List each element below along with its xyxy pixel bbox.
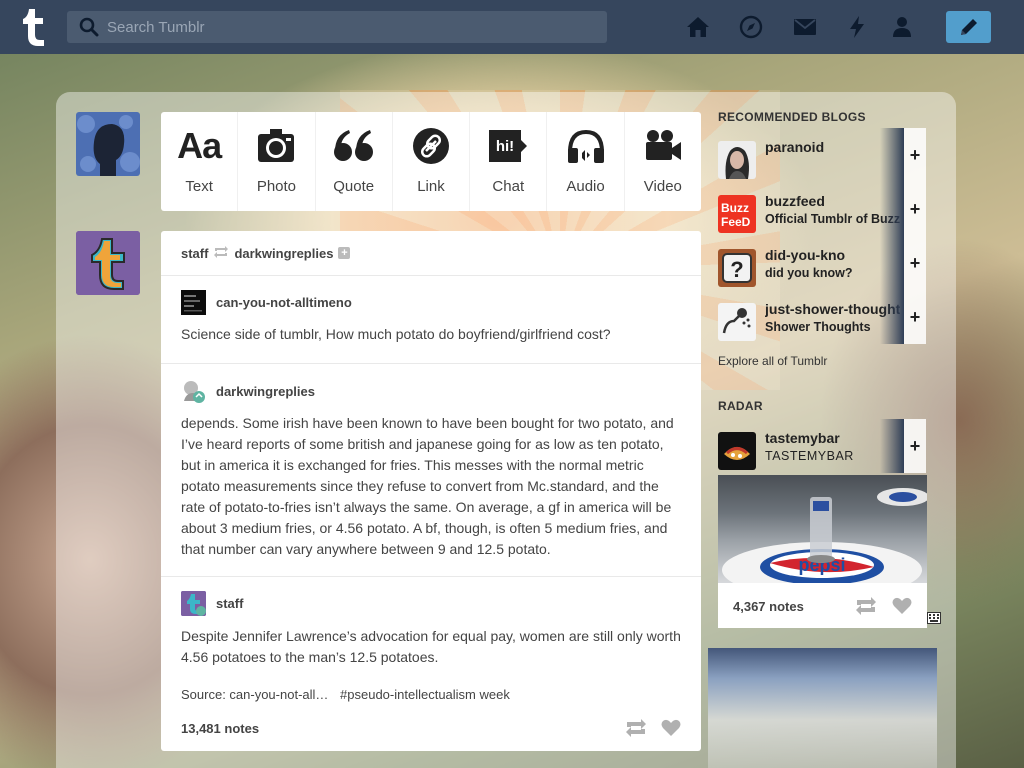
follow-plus-icon[interactable]: + (904, 236, 926, 290)
account-person-icon[interactable] (890, 15, 914, 39)
post-source-link[interactable]: Source: can-you-not-all… (181, 687, 328, 702)
like-heart-icon[interactable] (892, 597, 912, 615)
reblog-icon[interactable] (855, 597, 877, 615)
video-camera-icon (643, 126, 683, 166)
fade-divider (880, 236, 904, 290)
post-type-chat[interactable]: hi! Chat (470, 112, 548, 211)
buzzfeed-avatar[interactable]: Buzz FeeD (718, 195, 756, 233)
recommended-blog-item[interactable]: paranoid + (718, 128, 926, 182)
follow-plus-icon[interactable]: + (904, 182, 926, 236)
user-avatar[interactable] (181, 590, 206, 616)
inbox-mail-icon[interactable] (793, 15, 817, 39)
follow-plus-icon[interactable]: + (338, 247, 351, 259)
reblog-user: staff (181, 590, 681, 616)
reblog-text: Despite Jennifer Lawrence’s advocation f… (181, 628, 681, 665)
radar-post-card[interactable]: pepsi 4,367 notes (718, 475, 927, 628)
radar-notes-count[interactable]: 4,367 notes (733, 599, 804, 614)
radar-blog[interactable]: tastemybar TASTEMYBAR + (718, 419, 926, 473)
fade-divider (880, 290, 904, 344)
sidebar-scroll-panel (708, 648, 937, 768)
radar-post-image[interactable]: pepsi (718, 475, 927, 583)
explore-tumblr-link[interactable]: Explore all of Tumblr (718, 354, 827, 368)
follow-plus-icon[interactable]: + (904, 290, 926, 344)
post-type-photo[interactable]: Photo (238, 112, 316, 211)
reblog-username[interactable]: can-you-not-alltimeno (216, 295, 352, 310)
headphones-icon (566, 126, 606, 166)
reblog-entry: can-you-not-alltimeno Science side of tu… (161, 276, 701, 364)
post-author[interactable]: staff (181, 246, 208, 261)
post-type-quote[interactable]: Quote (316, 112, 393, 211)
fade-divider (880, 419, 904, 473)
post-type-video[interactable]: Video (625, 112, 701, 211)
search-box[interactable] (67, 11, 607, 43)
pencil-icon (960, 19, 977, 35)
post-source-row: Source: can-you-not-all… #pseudo-intelle… (181, 687, 681, 702)
user-avatar[interactable] (718, 432, 756, 470)
chat-icon: hi! (487, 126, 529, 166)
reblog-entry: darkwingreplies depends. Some irish have… (161, 364, 701, 577)
recommended-blog-item[interactable]: just-shower-thoughts Shower Thoughts + (718, 290, 926, 344)
follow-plus-icon[interactable]: + (904, 419, 926, 473)
user-avatar[interactable] (76, 112, 140, 176)
question-mark-avatar[interactable]: ? (718, 249, 756, 287)
reblog-text: depends. Some irish have been known to h… (181, 415, 674, 557)
recommended-blogs-title: RECOMMENDED BLOGS (718, 110, 866, 124)
like-heart-icon[interactable] (661, 719, 681, 737)
link-icon (412, 126, 450, 166)
post-tag[interactable]: #pseudo-intellectualism week (340, 687, 510, 702)
post-type-link[interactable]: Link (393, 112, 471, 211)
reblogged-from-user[interactable]: darkwingreplies (234, 246, 333, 261)
reblog-icon[interactable] (625, 719, 647, 737)
user-avatar[interactable] (718, 141, 756, 179)
search-icon (79, 17, 99, 37)
follow-plus-icon[interactable]: + (904, 128, 926, 182)
reblog-arrow-icon (213, 245, 229, 261)
post-notes-row: 13,481 notes (181, 719, 681, 737)
user-avatar[interactable] (181, 379, 206, 404)
recommended-blog-item[interactable]: BuzzFeeD buzzfeed Official Tumblr of Buz… (718, 182, 926, 236)
activity-lightning-icon[interactable] (845, 15, 869, 39)
fade-divider (880, 182, 904, 236)
reblog-text: Science side of tumblr, How much potato … (181, 326, 611, 342)
post-type-bar: Aa Text Photo Quote Link hi! Chat Audio (161, 112, 701, 211)
top-navigation-bar (0, 0, 1024, 54)
dashboard-post: staff darkwingreplies + can-you-not-allt… (161, 231, 701, 751)
post-type-audio[interactable]: Audio (547, 112, 625, 211)
reblog-entry: staff Despite Jennifer Lawrence’s advoca… (161, 577, 701, 668)
staff-blog-avatar[interactable] (76, 231, 140, 295)
fade-divider (880, 128, 904, 182)
reblog-user: darkwingreplies (181, 379, 681, 403)
keyboard-icon[interactable] (927, 612, 941, 624)
reblog-username[interactable]: darkwingreplies (216, 384, 315, 399)
tumblr-logo-icon[interactable] (18, 7, 48, 47)
home-icon[interactable] (686, 15, 710, 39)
recommended-blog-item[interactable]: ? did-you-kno did you know? + (718, 236, 926, 290)
svg-text:?: ? (730, 257, 743, 282)
notes-count[interactable]: 13,481 notes (181, 721, 259, 736)
explore-compass-icon[interactable] (739, 15, 763, 39)
post-header: staff darkwingreplies + (161, 231, 701, 276)
search-input[interactable] (107, 18, 587, 36)
reblog-user: can-you-not-alltimeno (181, 289, 681, 315)
camera-icon (256, 126, 296, 166)
user-avatar[interactable] (181, 289, 206, 315)
post-type-text[interactable]: Aa Text (161, 112, 239, 211)
svg-text:hi!: hi! (496, 138, 514, 155)
compose-button[interactable] (946, 11, 991, 43)
svg-text:Buzz: Buzz (721, 201, 749, 215)
radar-title: RADAR (718, 399, 763, 413)
quote-icon (333, 126, 375, 166)
text-icon: Aa (177, 125, 222, 166)
shower-avatar[interactable] (718, 303, 756, 341)
reblog-username[interactable]: staff (216, 596, 243, 611)
svg-text:FeeD: FeeD (721, 215, 751, 229)
